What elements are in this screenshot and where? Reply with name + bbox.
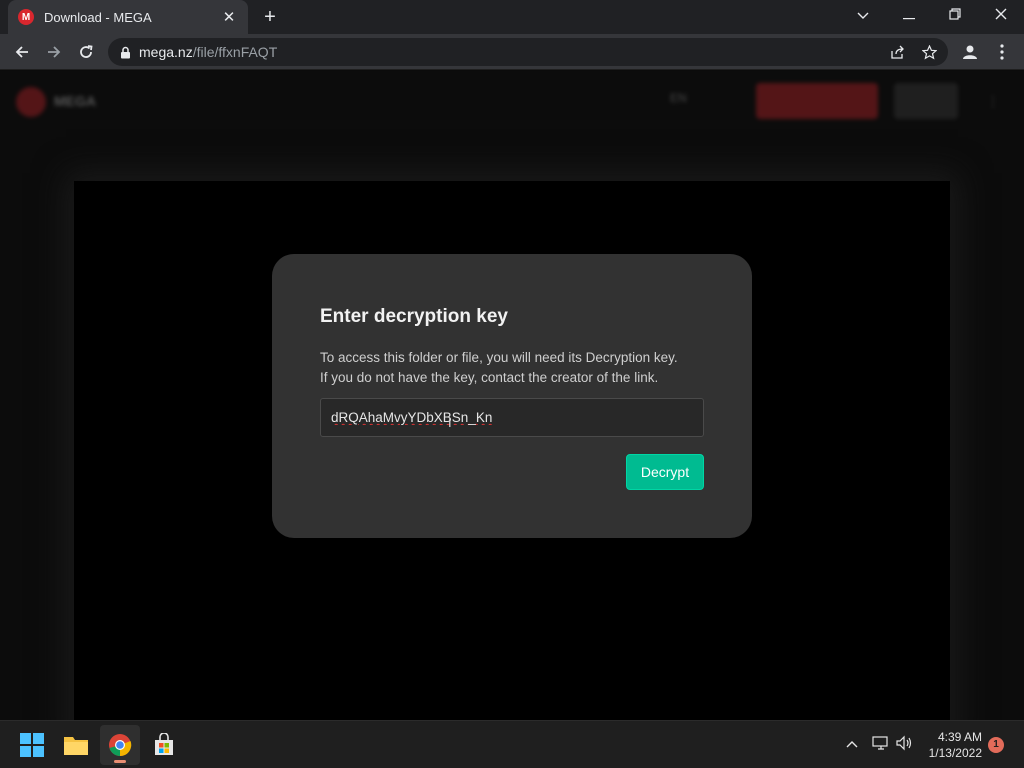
volume-icon[interactable] bbox=[896, 735, 914, 754]
forward-arrow-icon[interactable] bbox=[40, 38, 68, 66]
header-secondary-button bbox=[894, 83, 958, 119]
active-app-indicator bbox=[114, 760, 126, 763]
more-menu-icon[interactable] bbox=[988, 38, 1016, 66]
share-icon[interactable] bbox=[886, 42, 908, 62]
start-icon[interactable] bbox=[12, 725, 52, 765]
profile-avatar-icon[interactable] bbox=[956, 38, 984, 66]
tab-mega-download[interactable]: M Download - MEGA ✕ bbox=[8, 0, 248, 34]
microsoft-store-icon[interactable] bbox=[144, 725, 184, 765]
minimize-button[interactable] bbox=[886, 0, 932, 32]
chrome-icon[interactable] bbox=[100, 725, 140, 765]
lock-icon[interactable] bbox=[120, 46, 131, 59]
clock-time: 4:39 AM bbox=[937, 730, 982, 744]
decrypt-button[interactable]: Decrypt bbox=[626, 454, 704, 490]
new-tab-button[interactable]: + bbox=[258, 6, 282, 28]
mega-header: MEGA EN ⋮ bbox=[0, 71, 1024, 131]
window-close-button[interactable] bbox=[978, 0, 1024, 32]
url-path: /file/ffxnFAQT bbox=[192, 44, 278, 60]
restore-button[interactable] bbox=[932, 0, 978, 32]
bookmark-star-icon[interactable] bbox=[918, 42, 940, 62]
dialog-title: Enter decryption key bbox=[320, 306, 508, 327]
browser-toolbar: mega.nz/file/ffxnFAQT bbox=[0, 34, 1024, 70]
dialog-text-line-1: To access this folder or file, you will … bbox=[320, 350, 678, 365]
tab-close-icon[interactable]: ✕ bbox=[220, 8, 238, 26]
mega-logo-icon bbox=[16, 87, 46, 117]
url-host: mega.nz bbox=[139, 44, 193, 60]
address-bar[interactable]: mega.nz/file/ffxnFAQT bbox=[108, 38, 948, 66]
dialog-text-line-2: If you do not have the key, contact the … bbox=[320, 370, 659, 385]
header-primary-button bbox=[756, 83, 878, 119]
text-cursor-icon: I bbox=[448, 415, 452, 430]
clock-date: 1/13/2022 bbox=[928, 746, 982, 760]
decryption-key-dialog: Enter decryption key To access this fold… bbox=[272, 254, 752, 538]
mega-favicon-icon: M bbox=[18, 9, 34, 25]
reload-icon[interactable] bbox=[72, 38, 100, 66]
language-selector: EN bbox=[670, 91, 687, 105]
show-hidden-icons-chevron-icon[interactable] bbox=[846, 735, 858, 751]
mega-brand: MEGA bbox=[54, 93, 96, 109]
file-explorer-icon[interactable] bbox=[56, 725, 96, 765]
windows-taskbar: 4:39 AM 1/13/2022 1 bbox=[0, 720, 1024, 768]
tab-strip: M Download - MEGA ✕ + bbox=[0, 0, 1024, 34]
decryption-key-input[interactable] bbox=[320, 398, 704, 437]
tab-title: Download - MEGA bbox=[44, 9, 152, 25]
back-arrow-icon[interactable] bbox=[8, 38, 36, 66]
dialog-description: To access this folder or file, you will … bbox=[320, 348, 720, 388]
network-icon[interactable] bbox=[872, 735, 890, 754]
tab-search-dropdown-icon[interactable] bbox=[840, 0, 886, 32]
notification-badge[interactable]: 1 bbox=[988, 737, 1004, 753]
header-menu-icon: ⋮ bbox=[986, 93, 1000, 109]
system-clock[interactable]: 4:39 AM 1/13/2022 bbox=[918, 729, 982, 761]
screen: M Download - MEGA ✕ + mega.nz /file/ffxn… bbox=[0, 0, 1024, 768]
